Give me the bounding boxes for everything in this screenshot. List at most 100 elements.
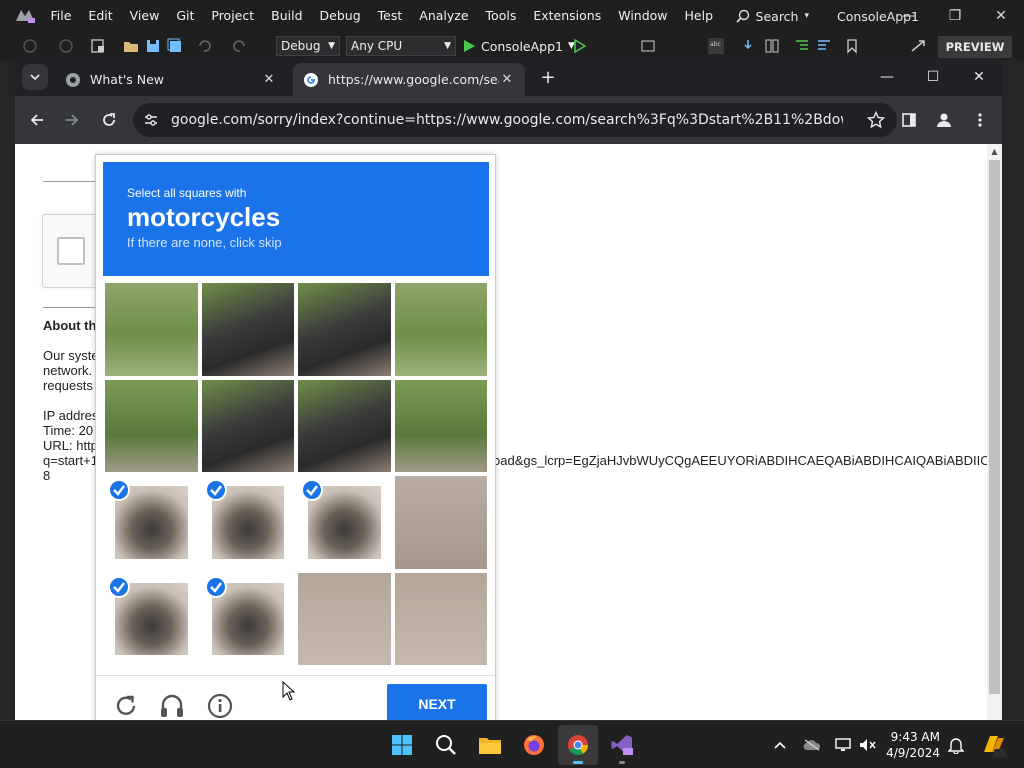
address-bar[interactable]: google.com/sorry/index?continue=https://… <box>133 103 897 137</box>
menu-test[interactable]: Test <box>369 0 411 32</box>
menu-extensions[interactable]: Extensions <box>525 0 610 32</box>
save-all-icon[interactable] <box>167 38 183 54</box>
outdent-icon[interactable] <box>816 38 832 54</box>
captcha-tile[interactable] <box>199 281 296 378</box>
vs-restore-button[interactable]: ❐ <box>932 0 978 32</box>
challenge-hint: If there are none, click skip <box>127 235 282 250</box>
profile-button[interactable] <box>932 108 956 132</box>
bookmark-icon[interactable] <box>844 38 860 54</box>
captcha-tile[interactable] <box>199 474 296 571</box>
share-icon[interactable] <box>910 38 926 54</box>
undo-icon[interactable] <box>196 38 212 54</box>
menu-analyze[interactable]: Analyze <box>411 0 477 32</box>
back-nav-icon[interactable] <box>22 38 38 54</box>
firefox-button[interactable] <box>514 725 554 765</box>
platform-dropdown[interactable]: Any CPU ▼ <box>346 36 456 56</box>
chrome-maximize-button[interactable]: ☐ <box>910 62 956 92</box>
taskbar-search-button[interactable] <box>426 725 466 765</box>
tab-search-button[interactable] <box>22 64 48 90</box>
volume-muted-icon[interactable] <box>858 735 878 755</box>
file-explorer-button[interactable] <box>470 725 510 765</box>
firefox-icon <box>524 735 544 755</box>
close-icon[interactable]: ✕ <box>499 72 515 87</box>
menu-view[interactable]: View <box>121 0 168 32</box>
scroll-thumb[interactable] <box>989 160 1000 694</box>
new-project-icon[interactable] <box>90 38 106 54</box>
captcha-tile[interactable] <box>392 377 489 474</box>
reload-button[interactable] <box>97 108 121 132</box>
captcha-tile[interactable] <box>199 377 296 474</box>
tab-google-search[interactable]: https://www.google.com/search?q=start+11… <box>293 63 525 96</box>
chrome-minimize-button[interactable]: — <box>864 62 910 92</box>
menu-help[interactable]: Help <box>676 0 722 32</box>
chrome-close-button[interactable]: ✕ <box>956 62 1002 92</box>
tab-whats-new[interactable]: What's New ✕ <box>55 63 287 96</box>
network-icon[interactable] <box>834 735 854 755</box>
captcha-tile[interactable] <box>296 377 393 474</box>
menu-git[interactable]: Git <box>168 0 203 32</box>
bookmark-star-icon[interactable] <box>867 111 885 129</box>
redo-icon[interactable] <box>232 38 248 54</box>
copilot-preview-icon[interactable] <box>980 732 1006 758</box>
menu-file[interactable]: File <box>42 0 80 32</box>
info-icon[interactable] <box>206 692 234 720</box>
layout-icon[interactable] <box>764 38 780 54</box>
save-icon[interactable] <box>145 38 161 54</box>
back-button[interactable] <box>25 108 49 132</box>
page-scrollbar[interactable]: ▲ <box>987 144 1002 720</box>
chrome-menu-button[interactable] <box>968 108 992 132</box>
side-panel-button[interactable] <box>897 108 921 132</box>
taskbar-clock[interactable]: 9:43 AM 4/9/2024 <box>880 729 940 761</box>
long-url-text: oad&gs_lcrp=EgZjaHJvbWUyCQgAEEUYORiABDIH… <box>493 453 990 468</box>
new-tab-button[interactable]: + <box>537 67 559 89</box>
menu-window[interactable]: Window <box>610 0 676 32</box>
start-debug-button[interactable]: ConsoleApp1 ▼ <box>462 36 575 56</box>
captcha-tile[interactable] <box>296 570 393 667</box>
vs-close-button[interactable]: ✕ <box>978 0 1024 32</box>
next-button[interactable]: NEXT <box>387 684 487 720</box>
captcha-tile[interactable] <box>103 281 200 378</box>
captcha-tile[interactable] <box>199 570 296 667</box>
start-without-debug-icon[interactable] <box>572 38 588 54</box>
menu-debug[interactable]: Debug <box>311 0 369 32</box>
recaptcha-checkbox-widget[interactable] <box>42 214 102 288</box>
captcha-tile[interactable] <box>103 474 200 571</box>
start-button[interactable] <box>382 725 422 765</box>
menu-build[interactable]: Build <box>263 0 311 32</box>
captcha-tile[interactable] <box>103 377 200 474</box>
reload-icon[interactable] <box>112 692 140 720</box>
vs-search-box[interactable]: Search ▾ <box>735 9 809 24</box>
checkmark-icon <box>204 479 227 501</box>
menu-project[interactable]: Project <box>203 0 263 32</box>
menu-edit[interactable]: Edit <box>80 0 121 32</box>
close-icon[interactable]: ✕ <box>261 72 277 87</box>
captcha-tile[interactable] <box>296 281 393 378</box>
step-into-icon[interactable] <box>740 38 756 54</box>
open-folder-icon[interactable] <box>123 38 139 54</box>
notification-bell-icon[interactable] <box>946 735 966 755</box>
challenge-instruction: Select all squares with <box>127 186 247 200</box>
recaptcha-checkbox[interactable] <box>57 237 85 265</box>
captcha-tile[interactable] <box>392 281 489 378</box>
chrome-taskbar-button[interactable] <box>558 725 598 765</box>
onedrive-icon[interactable] <box>802 735 822 755</box>
captcha-tile[interactable] <box>392 474 489 571</box>
forward-button[interactable] <box>60 108 84 132</box>
visual-studio-button[interactable] <box>602 725 642 765</box>
tray-overflow-icon[interactable] <box>770 735 790 755</box>
spell-check-icon[interactable]: abc <box>708 38 724 54</box>
vs-minimize-button[interactable]: — <box>886 0 932 32</box>
forward-nav-icon[interactable] <box>58 38 74 54</box>
indent-icon[interactable] <box>794 38 810 54</box>
captcha-tile[interactable] <box>296 474 393 571</box>
captcha-tile[interactable] <box>103 570 200 667</box>
site-settings-icon[interactable] <box>143 112 159 128</box>
captcha-tile[interactable] <box>392 570 489 667</box>
preview-badge[interactable]: PREVIEW <box>938 36 1012 58</box>
menu-tools[interactable]: Tools <box>477 0 525 32</box>
audio-icon[interactable] <box>158 692 186 720</box>
solution-explorer-icon[interactable] <box>640 38 656 54</box>
scroll-up-arrow-icon[interactable]: ▲ <box>987 144 1002 159</box>
config-dropdown[interactable]: Debug ▼ <box>276 36 340 56</box>
more-vert-icon <box>978 113 982 127</box>
